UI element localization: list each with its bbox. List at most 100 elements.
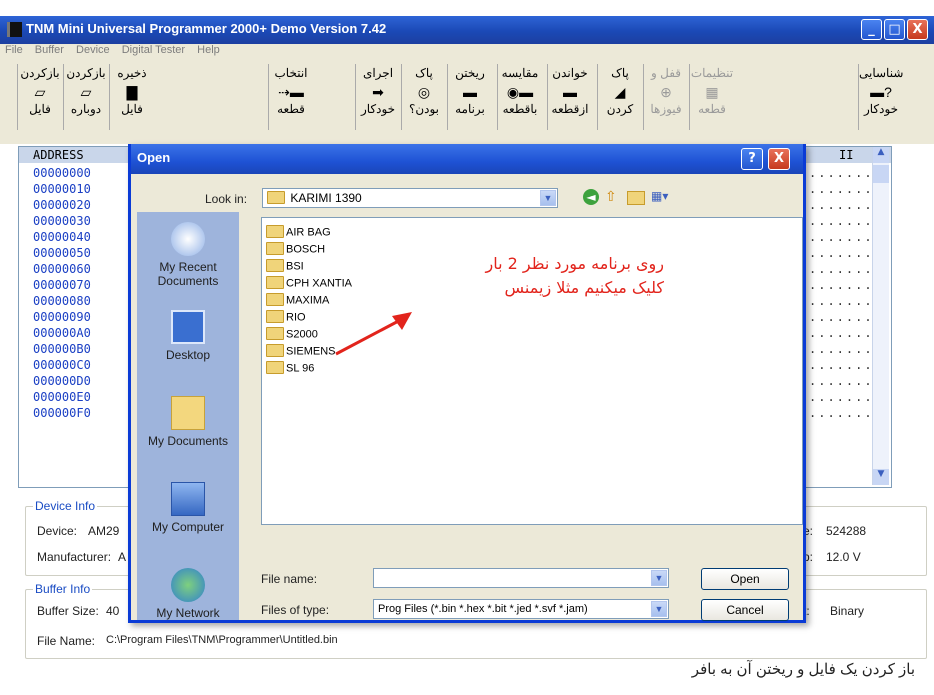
folder-item[interactable]: MAXIMA [266, 293, 329, 310]
toolbar-erase-button[interactable]: پاک ◢ کردن [597, 64, 642, 130]
toolbar-label-bottom: فایل [121, 102, 143, 116]
address-cell: 00000050 [33, 246, 91, 260]
folder-item[interactable]: RIO [266, 310, 306, 327]
chevron-down-icon[interactable]: ▼ [651, 570, 667, 586]
place-my-computer[interactable]: My Computer [137, 482, 239, 534]
scroll-thumb[interactable] [873, 165, 889, 183]
toolbar-chip-settings-button[interactable]: تنظیمات ▦ قطعه [689, 64, 734, 130]
open-button[interactable]: Open [701, 568, 789, 590]
toolbar-auto-run-button[interactable]: اجرای ➡ خودکار [355, 64, 400, 130]
help-button[interactable]: ? [741, 148, 763, 170]
chevron-down-icon[interactable]: ▼ [651, 601, 667, 617]
look-in-value: KARIMI 1390 [290, 191, 362, 205]
menu-digital-tester[interactable]: Digital Tester [122, 44, 185, 56]
menu-help[interactable]: Help [197, 44, 220, 56]
toolbar-label-top: قفل و [650, 66, 682, 80]
dialog-close-button[interactable]: X [768, 148, 790, 170]
auto-detect-icon: ▬? [870, 84, 892, 100]
toolbar-lock-fuse-button[interactable]: قفل و ⊕ فیوزها [643, 64, 688, 130]
voltage-value: 12.0 V [826, 550, 861, 564]
toolbar-program-button[interactable]: ریختن ▬ برنامه [447, 64, 492, 130]
up-folder-icon[interactable]: ⇧ [605, 189, 621, 205]
back-icon[interactable]: ◄ [583, 189, 599, 205]
hex-scrollbar[interactable]: ▲ ▼ [872, 147, 889, 485]
close-button[interactable]: X [907, 19, 928, 40]
file-list[interactable]: AIR BAG BOSCH BSI CPH XANTIA MAXIMA RIO … [261, 217, 803, 525]
file-type-dropdown[interactable]: Prog Files (*.bin *.hex *.bit *.jed *.sv… [373, 599, 669, 619]
program-chip-icon: ▬ [463, 84, 477, 100]
address-cell: 00000090 [33, 310, 91, 324]
look-in-label: Look in: [205, 192, 248, 206]
address-cell: 000000F0 [33, 406, 91, 420]
scroll-up-icon[interactable]: ▲ [873, 147, 889, 163]
address-cell: 000000E0 [33, 390, 91, 404]
annotation-line-2: کلیک میکنیم مثلا زیمنس [504, 278, 664, 297]
folder-name: RIO [286, 311, 306, 324]
window-title: TNM Mini Universal Programmer 2000+ Demo… [26, 21, 387, 36]
toolbar-label-bottom: باقطعه [502, 102, 538, 116]
chevron-down-icon[interactable]: ▼ [540, 190, 556, 206]
file-type-value: Prog Files (*.bin *.hex *.bit *.jed *.sv… [378, 603, 588, 615]
toolbar-blank-check-button[interactable]: پاک ◎ بودن؟ [401, 64, 446, 130]
toolbar-label-bottom: خودکار [360, 102, 396, 116]
menu-device[interactable]: Device [76, 44, 110, 56]
menu-buffer[interactable]: Buffer [35, 44, 64, 56]
toolbar-label-top: تنظیمات [690, 66, 734, 80]
scroll-down-icon[interactable]: ▼ [873, 469, 889, 485]
documents-folder-icon [171, 396, 205, 430]
toolbar-read-button[interactable]: خواندن ▬ ازقطعه [547, 64, 592, 130]
file-name-input[interactable]: ▼ [373, 568, 669, 588]
place-label: My Network [156, 606, 220, 620]
place-my-documents[interactable]: My Documents [137, 396, 239, 448]
folder-item[interactable]: AIR BAG [266, 225, 331, 242]
folder-item[interactable]: BOSCH [266, 242, 325, 259]
file-name-value: C:\Program Files\TNM\Programmer\Untitled… [106, 634, 338, 646]
file-name-field-label: File name: [261, 572, 318, 586]
toolbar-open-file-button[interactable]: بازکردن ▱ فایل [17, 64, 62, 130]
toolbar-compare-button[interactable]: مقایسه ◉▬ باقطعه [497, 64, 542, 130]
toolbar-select-chip-button[interactable]: انتخاب ⇢▬ قطعه [268, 64, 313, 130]
place-recent[interactable]: My Recent Documents [137, 222, 239, 288]
look-in-dropdown[interactable]: KARIMI 1390 ▼ [262, 188, 558, 208]
toolbar-save-button[interactable]: ذخیره ▇ فایل [109, 64, 154, 130]
toolbar-label-bottom: قطعه [277, 102, 305, 116]
toolbar-label-bottom: فیوزها [650, 102, 682, 116]
toolbar-auto-detect-button[interactable]: شناسایی ▬? خودکار [858, 64, 903, 130]
place-desktop[interactable]: Desktop [137, 310, 239, 362]
toolbar-label-top: شناسایی [859, 66, 904, 80]
address-cell: 00000020 [33, 198, 91, 212]
toolbar-label-bottom: کردن [606, 102, 634, 116]
place-label: Desktop [165, 348, 211, 362]
folder-item[interactable]: BSI [266, 259, 304, 276]
folder-item[interactable]: CPH XANTIA [266, 276, 352, 293]
address-header: ADDRESS [33, 148, 84, 162]
file-type-label: Files of type: [261, 603, 330, 617]
minimize-button[interactable]: _ [861, 19, 882, 40]
toolbar-label-bottom: برنامه [455, 102, 485, 116]
address-cell: 00000070 [33, 278, 91, 292]
computer-icon [171, 482, 205, 516]
folder-item[interactable]: S2000 [266, 327, 318, 344]
menu-file[interactable]: File [5, 44, 23, 56]
maximize-button[interactable]: □ [884, 19, 905, 40]
view-menu-icon[interactable]: ▦▾ [651, 189, 675, 205]
new-folder-icon[interactable] [627, 191, 645, 205]
size-value: 524288 [826, 524, 867, 538]
folder-icon [266, 242, 284, 255]
cancel-button[interactable]: Cancel [701, 599, 789, 621]
folder-item[interactable]: SL 96 [266, 361, 314, 378]
annotation-arrow-icon [335, 312, 412, 356]
address-cell: 00000040 [33, 230, 91, 244]
folder-icon [266, 225, 284, 238]
open-folder-icon: ▱ [34, 84, 46, 100]
place-my-network[interactable]: My Network [137, 568, 239, 620]
format-value: Binary [830, 604, 865, 618]
open-dialog: Open ? X Look in: KARIMI 1390 ▼ ◄ ⇧ ▦▾ M… [128, 144, 806, 623]
folder-item-siemens[interactable]: SIEMENS [266, 344, 336, 361]
toolbar-label-top: خواندن [552, 66, 588, 80]
folder-name: BSI [286, 260, 304, 273]
toolbar-label-top: انتخاب [274, 66, 308, 80]
address-column: 00000000 00000010 00000020 00000030 00000040… [33, 165, 91, 421]
toolbar-reopen-button[interactable]: بازکردن ▱ دوباره [63, 64, 108, 130]
menu-bar: File Buffer Device Digital Tester Help [0, 44, 934, 60]
